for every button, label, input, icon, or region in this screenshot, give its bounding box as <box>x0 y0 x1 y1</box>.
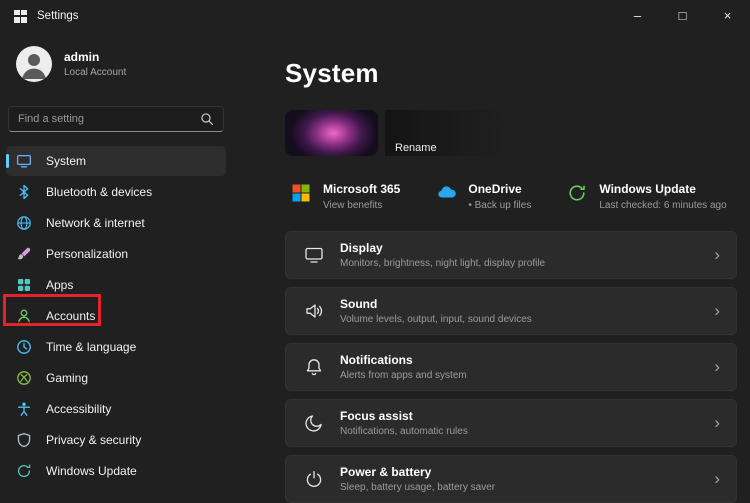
accessibility-icon <box>16 401 32 417</box>
windows-logo-icon <box>14 10 27 23</box>
settings-row-title: Notifications <box>340 353 714 367</box>
sidebar-item-system[interactable]: System <box>6 146 226 176</box>
sidebar-item-network-internet[interactable]: Network & internet <box>6 208 226 238</box>
settings-row-title: Sound <box>340 297 714 311</box>
rename-button[interactable]: Rename <box>395 142 437 154</box>
main-content: System Rename Microsoft 365 View benefit… <box>285 32 737 500</box>
user-name: admin <box>64 50 126 64</box>
avatar <box>16 46 52 82</box>
sidebar-item-label: Personalization <box>46 247 128 261</box>
sidebar-item-label: System <box>46 154 86 168</box>
settings-window: Settings – □ × admin Local Account <box>0 0 750 500</box>
sidebar-item-personalization[interactable]: Personalization <box>6 239 226 269</box>
chevron-right-icon: › <box>714 358 720 377</box>
microsoft-365-icon <box>291 183 313 203</box>
user-account-type: Local Account <box>64 67 126 78</box>
settings-row-subtitle: Notifications, automatic rules <box>340 426 714 437</box>
search-input[interactable] <box>18 113 200 125</box>
sidebar: admin Local Account System Bluetooth & d… <box>0 32 232 500</box>
settings-row-subtitle: Monitors, brightness, night light, displ… <box>340 258 714 269</box>
search-icon[interactable] <box>200 112 214 126</box>
sidebar-item-label: Accounts <box>46 309 95 323</box>
speaker-icon <box>304 301 324 321</box>
maximize-button[interactable]: □ <box>660 0 705 32</box>
clock-icon <box>16 339 32 355</box>
sidebar-item-label: Apps <box>46 278 73 292</box>
chevron-right-icon: › <box>714 302 720 321</box>
monitor-icon <box>16 153 32 169</box>
settings-list: Display Monitors, brightness, night ligh… <box>285 231 737 503</box>
quick-link-windows-update[interactable]: Windows Update Last checked: 6 minutes a… <box>567 182 726 211</box>
onedrive-cloud-icon <box>436 183 458 203</box>
sidebar-item-label: Time & language <box>46 340 136 354</box>
settings-row-subtitle: Sleep, battery usage, battery saver <box>340 482 714 493</box>
windows-update-icon <box>567 183 589 203</box>
quick-link-subtitle[interactable]: • Back up files <box>468 200 531 211</box>
sidebar-item-accounts[interactable]: Accounts <box>6 301 226 331</box>
sidebar-item-time-language[interactable]: Time & language <box>6 332 226 362</box>
quick-link-subtitle: Last checked: 6 minutes ago <box>599 200 726 211</box>
minimize-button[interactable]: – <box>615 0 660 32</box>
sidebar-item-privacy-security[interactable]: Privacy & security <box>6 425 226 455</box>
device-hero: Rename <box>285 110 737 156</box>
person-icon <box>16 308 32 324</box>
chevron-right-icon: › <box>714 246 720 265</box>
settings-row-subtitle: Alerts from apps and system <box>340 370 714 381</box>
update-icon <box>16 463 32 479</box>
quick-link-title: OneDrive <box>468 182 531 196</box>
sidebar-item-windows-update[interactable]: Windows Update <box>6 456 226 486</box>
app-title: Settings <box>37 10 79 22</box>
globe-icon <box>16 215 32 231</box>
bell-icon <box>304 357 324 377</box>
quick-links-row: Microsoft 365 View benefits OneDrive • B… <box>285 182 737 211</box>
moon-icon <box>304 413 324 433</box>
sidebar-item-bluetooth-devices[interactable]: Bluetooth & devices <box>6 177 226 207</box>
sidebar-item-label: Accessibility <box>46 402 111 416</box>
quick-link-title: Windows Update <box>599 182 726 196</box>
settings-row-title: Focus assist <box>340 409 714 423</box>
sidebar-item-label: Bluetooth & devices <box>46 185 152 199</box>
shield-icon <box>16 432 32 448</box>
sidebar-item-gaming[interactable]: Gaming <box>6 363 226 393</box>
chevron-right-icon: › <box>714 414 720 433</box>
window-controls: – □ × <box>615 0 750 32</box>
user-profile: admin Local Account <box>0 32 232 82</box>
page-title: System <box>285 58 737 89</box>
settings-row-sound[interactable]: Sound Volume levels, output, input, soun… <box>285 287 737 335</box>
search-box[interactable] <box>8 106 224 132</box>
paintbrush-icon <box>16 246 32 262</box>
xbox-icon <box>16 370 32 386</box>
quick-link-onedrive[interactable]: OneDrive • Back up files <box>436 182 531 211</box>
sidebar-item-label: Network & internet <box>46 216 145 230</box>
quick-link-title: Microsoft 365 <box>323 182 400 196</box>
close-button[interactable]: × <box>705 0 750 32</box>
titlebar: Settings – □ × <box>0 0 750 32</box>
settings-row-power-battery[interactable]: Power & battery Sleep, battery usage, ba… <box>285 455 737 503</box>
apps-grid-icon <box>16 277 32 293</box>
bluetooth-icon <box>16 184 32 200</box>
power-icon <box>304 469 324 489</box>
display-icon <box>304 245 324 265</box>
sidebar-nav: System Bluetooth & devices Network & int… <box>0 140 232 486</box>
settings-row-notifications[interactable]: Notifications Alerts from apps and syste… <box>285 343 737 391</box>
sidebar-item-accessibility[interactable]: Accessibility <box>6 394 226 424</box>
sidebar-item-apps[interactable]: Apps <box>6 270 226 300</box>
sidebar-item-label: Gaming <box>46 371 88 385</box>
settings-row-title: Power & battery <box>340 465 714 479</box>
settings-row-title: Display <box>340 241 714 255</box>
device-preview-image <box>285 110 378 156</box>
settings-row-focus-assist[interactable]: Focus assist Notifications, automatic ru… <box>285 399 737 447</box>
quick-link-subtitle[interactable]: View benefits <box>323 200 400 211</box>
chevron-right-icon: › <box>714 470 720 489</box>
quick-link-microsoft-365[interactable]: Microsoft 365 View benefits <box>291 182 400 211</box>
settings-row-subtitle: Volume levels, output, input, sound devi… <box>340 314 714 325</box>
sidebar-item-label: Windows Update <box>46 464 137 478</box>
settings-row-display[interactable]: Display Monitors, brightness, night ligh… <box>285 231 737 279</box>
sidebar-item-label: Privacy & security <box>46 433 141 447</box>
